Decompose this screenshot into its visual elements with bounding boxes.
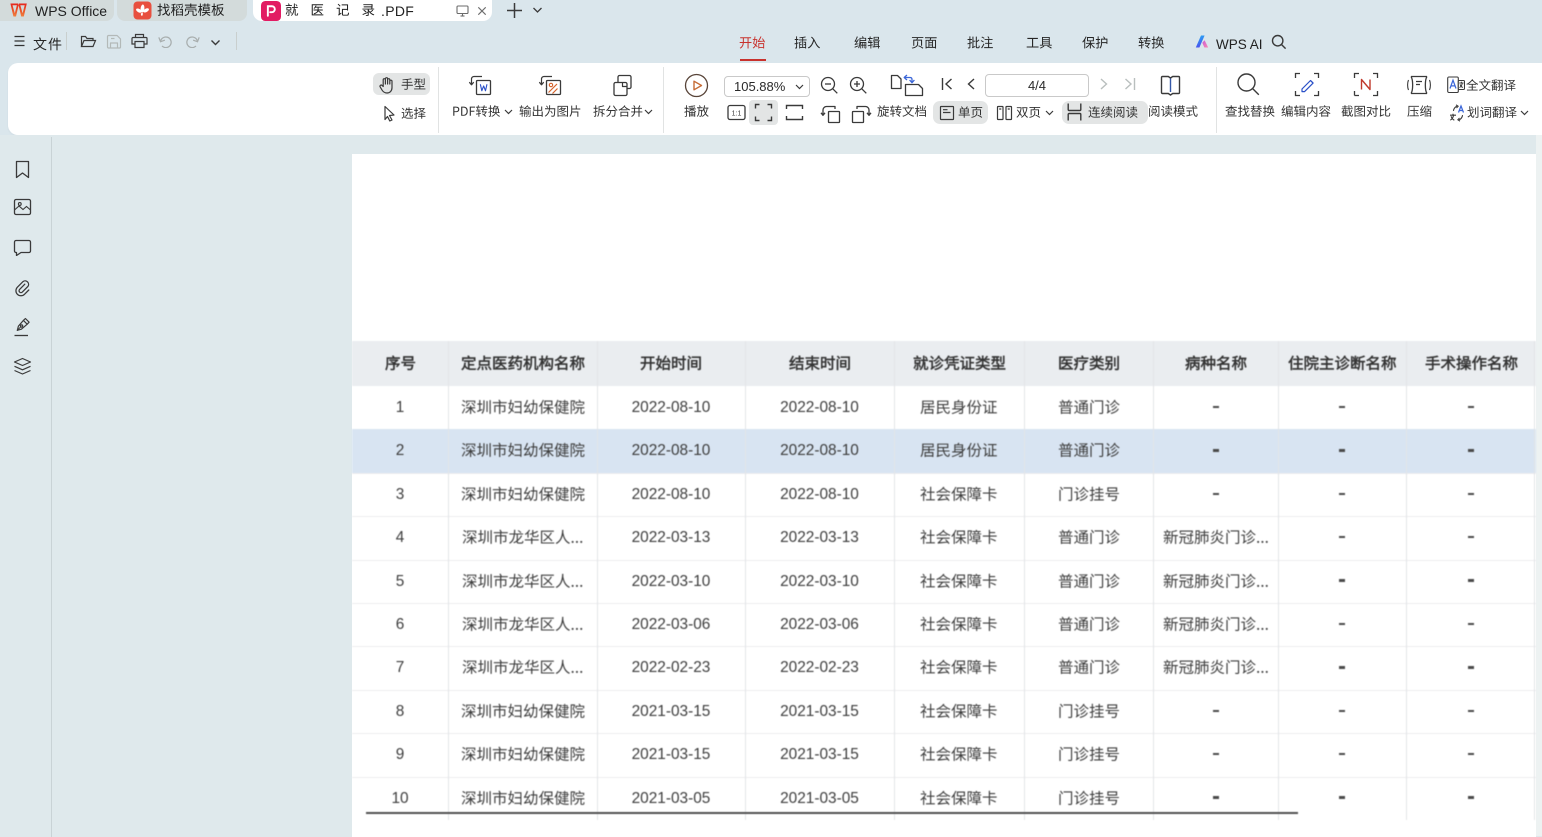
svg-text:1:1: 1:1 — [732, 111, 742, 118]
